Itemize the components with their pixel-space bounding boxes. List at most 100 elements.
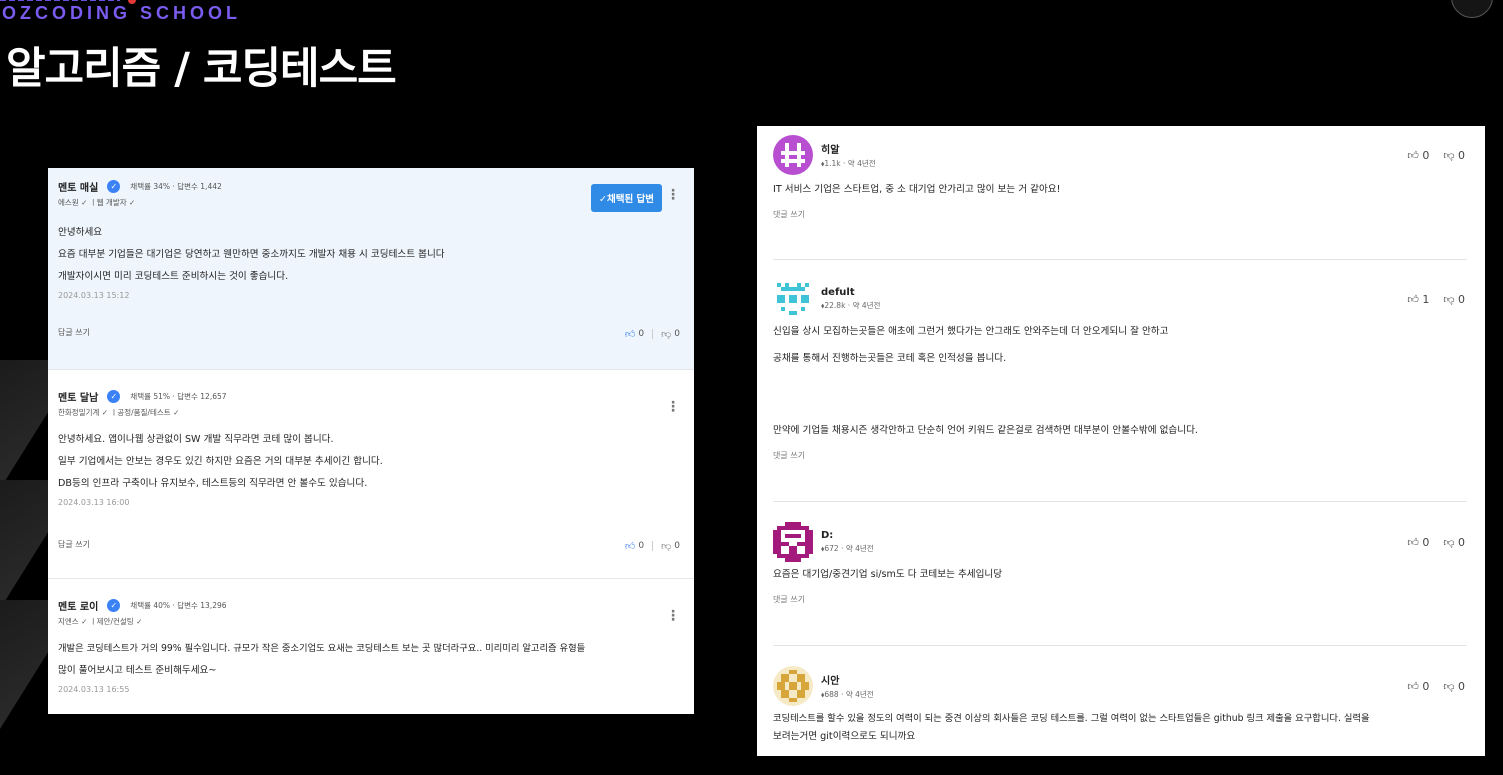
answer-line: 일부 기업에서는 안보는 경우도 있긴 하지만 요즘은 거의 대부분 추세이긴 … xyxy=(58,456,383,467)
vote-controls: 👍︎ 0 👎︎ 0 xyxy=(625,540,680,552)
comment-author[interactable]: defult xyxy=(821,287,880,298)
identicon-avatar-icon xyxy=(773,522,813,562)
comment-text: 요즘은 대기업/중견기업 si/sm도 다 코테보는 추세입니당 xyxy=(773,569,1003,580)
comment-votes: 👍︎ 0 👎︎ 0 xyxy=(1407,149,1465,162)
comment-meta: ⬧672 · 약 4년전 xyxy=(821,544,874,553)
answer-date: 2024.03.13 15:12 xyxy=(58,291,130,300)
accepted-answer-badge[interactable]: ✓채택된 답변 xyxy=(591,184,662,212)
comment-item: D: ⬧672 · 약 4년전 👍︎ 0 👎︎ 0 요즘은 대기업/중견기업 s… xyxy=(757,522,1485,605)
answer-line: 안녕하세요. 앱이나웹 상관없이 SW 개발 직무라면 코테 많이 봅니다. xyxy=(58,434,334,445)
answer-line: 개발은 코딩테스트가 거의 99% 필수입니다. 규모가 작은 중소기업도 요새… xyxy=(58,643,586,654)
answer-card: 멘토 매실 ✓ 채택률 34% · 답변수 1,442 에스원 ✓ ㅣ웹 개발자… xyxy=(48,168,694,370)
comment-item: 히알 ⬧1.1k · 약 4년전 👍︎ 0 👎︎ 0 IT 서비스 기업은 스타… xyxy=(757,135,1485,220)
like-button[interactable]: 👍︎ 0 xyxy=(625,328,644,340)
answer-card: 멘토 로이 ✓ 채택률 40% · 답변수 13,296 지엔스 ✓ ㅣ제안/컨… xyxy=(48,579,694,714)
brand-logo: OZCODING SCHOOL xyxy=(2,3,241,23)
dislike-button[interactable]: 👎︎ 0 xyxy=(661,328,680,340)
comment-votes: 👍︎ 1 👎︎ 0 xyxy=(1407,293,1465,306)
answer-date: 2024.03.13 16:55 xyxy=(58,685,130,694)
dislike-count: 0 xyxy=(1458,680,1465,693)
more-options-icon[interactable]: ⋮ xyxy=(666,609,680,623)
like-button[interactable]: 👍︎ 0 xyxy=(1407,536,1429,549)
mentor-stats: 채택률 40% · 답변수 13,296 xyxy=(130,601,227,610)
thumb-down-icon: 👎︎ xyxy=(661,541,672,552)
mentor-name[interactable]: 멘토 달남 xyxy=(58,389,98,404)
comment-text: 신입을 상시 모집하는곳들은 애초에 그런거 했다가는 안그래도 안와주는데 더… xyxy=(773,326,1169,337)
like-count: 0 xyxy=(1422,149,1430,162)
dislike-button[interactable]: 👎︎ 0 xyxy=(1443,149,1465,162)
comment-votes: 👍︎ 0 👎︎ 0 xyxy=(1407,680,1465,693)
profile-circle-button[interactable] xyxy=(1451,0,1493,18)
like-button[interactable]: 👍︎ 0 xyxy=(1407,680,1429,693)
vote-divider xyxy=(652,329,654,339)
mentor-tags: 한화정밀기계 ✓ ㅣ공정/품질/테스트 ✓ xyxy=(58,408,180,417)
answer-line: 요즘 대부분 기업들은 대기업은 당연하고 웬만하면 중소까지도 개발자 채용 … xyxy=(58,249,445,260)
comment-item: 시안 ⬧688 · 약 4년전 👍︎ 0 👎︎ 0 코딩테스트를 할수 있을 정… xyxy=(757,666,1485,744)
comment-meta: ⬧1.1k · 약 4년전 xyxy=(821,159,876,168)
dislike-button[interactable]: 👎︎ 0 xyxy=(1443,536,1465,549)
like-button[interactable]: 👍︎ 1 xyxy=(1407,293,1429,306)
answers-panel: 멘토 매실 ✓ 채택률 34% · 답변수 1,442 에스원 ✓ ㅣ웹 개발자… xyxy=(48,168,694,714)
comment-divider xyxy=(773,259,1467,260)
answer-card: 멘토 달남 ✓ 채택률 51% · 답변수 12,657 한화정밀기계 ✓ ㅣ공… xyxy=(48,370,694,579)
like-count: 1 xyxy=(1422,293,1430,306)
identicon-avatar-icon xyxy=(777,283,809,315)
answer-body: 안녕하세요 요즘 대부분 기업들은 대기업은 당연하고 웬만하면 중소까지도 개… xyxy=(58,222,684,288)
comment-meta: ⬧688 · 약 4년전 xyxy=(821,690,874,699)
comment-meta: ⬧22.8k · 약 4년전 xyxy=(821,301,881,310)
dislike-button[interactable]: 👎︎ 0 xyxy=(661,540,680,552)
reply-link[interactable]: 답글 쓰기 xyxy=(58,539,90,550)
answer-body: 안녕하세요. 앱이나웹 상관없이 SW 개발 직무라면 코테 많이 봅니다. 일… xyxy=(58,429,684,495)
dislike-count: 0 xyxy=(1458,149,1465,162)
identicon-avatar-icon xyxy=(773,666,813,706)
dislike-button[interactable]: 👎︎ 0 xyxy=(1443,680,1465,693)
comment-author[interactable]: 히알 xyxy=(821,141,876,156)
brand-underline-decoration xyxy=(0,0,120,1)
thumb-up-icon: 👍︎ xyxy=(624,329,636,340)
comment-author[interactable]: 시안 xyxy=(821,672,874,687)
answer-body: 개발은 코딩테스트가 거의 99% 필수입니다. 규모가 작은 중소기업도 요새… xyxy=(58,638,684,682)
like-count: 0 xyxy=(1422,536,1430,549)
reply-link[interactable]: 답글 쓰기 xyxy=(58,327,90,338)
reply-link[interactable]: 댓글 쓰기 xyxy=(773,209,1469,220)
vote-controls: 👍︎ 0 👎︎ 0 xyxy=(625,328,680,340)
verified-check-icon: ✓ xyxy=(107,180,121,193)
like-button[interactable]: 👍︎ 0 xyxy=(1407,149,1429,162)
reply-link[interactable]: 댓글 쓰기 xyxy=(773,594,1469,605)
answer-line: 많이 풀어보시고 테스트 준비해두세요~ xyxy=(58,665,217,676)
mentor-name[interactable]: 멘토 로이 xyxy=(58,598,98,613)
comment-votes: 👍︎ 0 👎︎ 0 xyxy=(1407,536,1465,549)
thumb-up-icon: 👍︎ xyxy=(624,541,636,552)
mentor-stats: 채택률 34% · 답변수 1,442 xyxy=(130,182,222,191)
more-options-icon[interactable]: ⋮ xyxy=(666,400,680,414)
mentor-name[interactable]: 멘토 매실 xyxy=(58,179,98,194)
dislike-count: 0 xyxy=(1458,293,1465,306)
like-count: 0 xyxy=(638,329,645,339)
comment-text: 보려는거면 git이력으로도 되니까요 xyxy=(773,731,916,742)
thumb-down-icon: 👎︎ xyxy=(661,329,672,340)
answer-line: 안녕하세요 xyxy=(58,227,103,238)
comment-text: 코딩테스트를 할수 있을 정도의 여력이 되는 중견 이상의 회사들은 코딩 테… xyxy=(773,713,1370,724)
comment-text: 공채를 통해서 진행하는곳들은 코테 혹은 인적성을 봅니다. xyxy=(773,353,1007,364)
comment-text: 만약에 기업들 채용시즌 생각안하고 단순히 언어 키워드 같은걸로 검색하면 … xyxy=(773,425,1198,436)
reply-link[interactable]: 댓글 쓰기 xyxy=(773,450,1469,461)
comment-divider xyxy=(773,501,1467,502)
more-options-icon[interactable]: ⋮ xyxy=(666,188,680,202)
dislike-count: 0 xyxy=(1458,536,1465,549)
like-count: 0 xyxy=(1422,680,1430,693)
verified-check-icon: ✓ xyxy=(107,599,121,612)
like-count: 0 xyxy=(638,541,645,551)
answer-line: 개발자이시면 미리 코딩테스트 준비하시는 것이 좋습니다. xyxy=(58,271,289,282)
dislike-count: 0 xyxy=(674,541,680,551)
like-button[interactable]: 👍︎ 0 xyxy=(625,540,644,552)
mentor-stats: 채택률 51% · 답변수 12,657 xyxy=(130,392,227,401)
answer-line: DB등의 인프라 구축이나 유지보수, 테스트등의 직무라면 안 볼수도 있습니… xyxy=(58,478,368,489)
identicon-avatar-icon xyxy=(773,135,813,175)
comments-panel: 히알 ⬧1.1k · 약 4년전 👍︎ 0 👎︎ 0 IT 서비스 기업은 스타… xyxy=(757,126,1485,756)
page-title: 알고리즘 / 코딩테스트 xyxy=(6,44,397,94)
verified-check-icon: ✓ xyxy=(107,390,121,403)
comment-author[interactable]: D: xyxy=(821,530,874,541)
answer-date: 2024.03.13 16:00 xyxy=(58,498,130,507)
dislike-button[interactable]: 👎︎ 0 xyxy=(1443,293,1465,306)
comment-text: IT 서비스 기업은 스타트업, 중 소 대기업 안가리고 많이 보는 거 같아… xyxy=(773,184,1061,195)
